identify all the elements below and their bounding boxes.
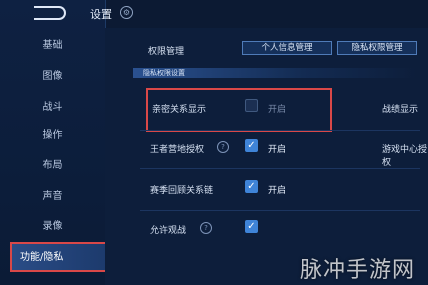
sidebar-item-battle[interactable]: 战斗 bbox=[0, 98, 105, 118]
gear-icon[interactable]: ⚙ bbox=[120, 6, 133, 19]
camp-checkbox[interactable]: ✓ bbox=[245, 139, 258, 152]
sidebar-item-sound[interactable]: 声音 bbox=[0, 187, 105, 207]
sidebar-item-layout[interactable]: 布局 bbox=[0, 156, 105, 176]
personal-info-button[interactable]: 个人信息管理 bbox=[242, 41, 332, 55]
sidebar-item-controls[interactable]: 操作 bbox=[0, 126, 105, 146]
camp-state: 开启 bbox=[268, 145, 287, 155]
sidebar-item-function-privacy[interactable]: 功能/隐私 bbox=[10, 242, 110, 272]
spectate-checkbox[interactable]: ✓ bbox=[245, 220, 258, 233]
divider bbox=[140, 210, 420, 211]
divider bbox=[140, 168, 420, 169]
sidebar-item-graphics[interactable]: 图像 bbox=[0, 67, 105, 87]
sidebar-item-replay[interactable]: 录像 bbox=[0, 217, 105, 237]
watermark: 脉冲手游网 bbox=[300, 258, 416, 283]
setting-label-season: 赛季回顾关系链 bbox=[150, 186, 214, 196]
help-icon[interactable]: ? bbox=[200, 222, 212, 234]
setting-label-camp: 王者营地授权 bbox=[150, 145, 205, 155]
setting-label-record: 战绩显示 bbox=[382, 105, 419, 115]
season-state: 开启 bbox=[268, 186, 287, 196]
sidebar: 基础 图像 战斗 操作 布局 声音 录像 功能/隐私 bbox=[0, 0, 110, 285]
sidebar-item-basic[interactable]: 基础 bbox=[0, 36, 105, 56]
highlight-box bbox=[146, 88, 332, 132]
season-checkbox[interactable]: ✓ bbox=[245, 180, 258, 193]
help-icon[interactable]: ? bbox=[217, 141, 229, 153]
section-header: 隐私权限设置 bbox=[133, 68, 416, 78]
setting-label-gamecenter: 游戏中心授权 bbox=[382, 145, 428, 168]
divider bbox=[140, 130, 420, 131]
permissions-label: 权限管理 bbox=[148, 47, 185, 57]
page-title: 设置 bbox=[90, 8, 112, 21]
privacy-permission-button[interactable]: 隐私权限管理 bbox=[337, 41, 417, 55]
setting-label-spectate: 允许观战 bbox=[150, 226, 187, 236]
back-button[interactable] bbox=[34, 6, 66, 20]
settings-panel bbox=[105, 28, 428, 285]
